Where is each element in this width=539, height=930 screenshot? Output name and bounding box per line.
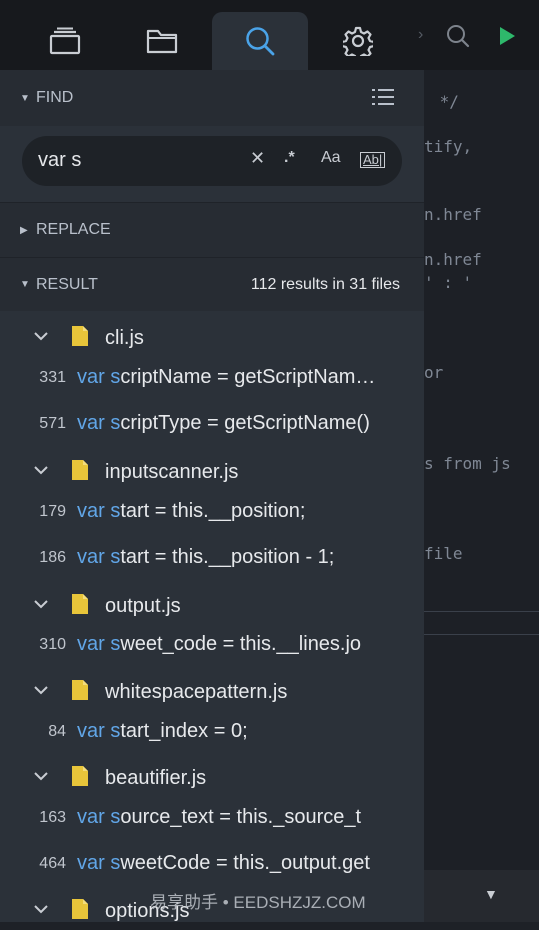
file-row[interactable]: cli.js — [0, 317, 424, 357]
match-keyword: var s — [77, 500, 121, 522]
match-text: criptType = getScriptName() — [120, 412, 370, 434]
chevron-down-icon — [34, 772, 48, 781]
chevron-down-icon — [34, 466, 48, 475]
tab-settings[interactable] — [310, 12, 406, 70]
watermark: 易享助手 • EEDSHZJZ.COM — [150, 893, 366, 912]
match-text: ource_text = this._source_t — [120, 806, 362, 828]
match-keyword: var s — [77, 806, 121, 828]
file-name: inputscanner.js — [105, 461, 239, 483]
tab-files[interactable] — [17, 12, 113, 70]
code-line: ' : ' — [424, 273, 473, 292]
code-line: */ — [430, 92, 459, 111]
tab-search[interactable] — [212, 12, 308, 70]
search-input[interactable]: var s ✕ .* Aa Ab| — [22, 136, 402, 186]
match-text: tart = this.__position; — [120, 500, 306, 522]
line-number: 179 — [39, 503, 66, 520]
file-row[interactable]: whitespacepattern.js — [0, 671, 424, 711]
result-row[interactable]: 331 var scriptName = getScriptNam… — [0, 357, 424, 397]
match-text: tart = this.__position - 1; — [120, 546, 335, 568]
chevron-down-icon — [34, 600, 48, 609]
find-section-header[interactable]: ▼ FIND — [0, 70, 424, 126]
file-row[interactable]: inputscanner.js — [0, 451, 424, 491]
code-line: or — [424, 363, 444, 382]
file-icon — [72, 460, 88, 480]
folder-icon — [146, 29, 178, 54]
code-line: file — [424, 544, 463, 563]
whole-word-icon[interactable]: Ab| — [360, 152, 386, 168]
search-icon — [246, 27, 275, 56]
file-icon — [72, 326, 88, 346]
result-row[interactable]: 464 var sweetCode = this._output.get — [0, 843, 424, 883]
match-keyword: var s — [77, 366, 121, 388]
replace-label: REPLACE — [36, 221, 111, 238]
file-row[interactable]: output.js — [0, 585, 424, 625]
clear-icon[interactable]: ✕ — [250, 148, 265, 169]
list-icon[interactable] — [372, 88, 394, 106]
file-icon — [72, 680, 88, 700]
top-tab-bar: › — [0, 0, 539, 70]
file-name: output.js — [105, 595, 181, 617]
file-name: cli.js — [105, 327, 144, 349]
match-text: tart_index = 0; — [120, 720, 248, 742]
stack-icon — [49, 27, 81, 55]
result-label: RESULT — [36, 275, 98, 293]
editor-bottom-bar: ▼ — [424, 870, 539, 922]
line-number: 331 — [39, 369, 66, 386]
result-row[interactable]: 84 var start_index = 0; — [0, 711, 424, 751]
line-number: 571 — [39, 415, 66, 432]
line-number: 163 — [39, 809, 66, 826]
file-name: beautifier.js — [105, 767, 207, 789]
chevron-down-icon — [34, 905, 48, 914]
code-line: n.href — [424, 205, 482, 224]
chevron-down-icon — [34, 332, 48, 341]
result-section-header[interactable]: ▼ RESULT 112 results in 31 files — [0, 257, 424, 311]
file-icon — [72, 766, 88, 786]
replace-section-header[interactable]: ▶ REPLACE — [0, 202, 424, 257]
code-line: n.href — [424, 250, 482, 269]
file-icon — [72, 899, 88, 919]
match-keyword: var s — [77, 412, 121, 434]
line-number: 84 — [48, 723, 66, 740]
result-count: 112 results in 31 files — [250, 275, 400, 293]
tab-folder[interactable] — [114, 12, 210, 70]
result-row[interactable]: 571 var scriptType = getScriptName() — [0, 403, 424, 443]
match-keyword: var s — [77, 720, 121, 742]
line-number: 310 — [39, 636, 66, 653]
match-text: weetCode = this._output.get — [120, 852, 370, 874]
match-text: criptName = getScriptNam… — [120, 366, 376, 388]
line-number: 464 — [39, 855, 66, 872]
current-line-highlight — [424, 611, 539, 635]
caret-down-icon: ▼ — [20, 279, 30, 290]
regex-icon[interactable]: .* — [284, 149, 295, 167]
chevron-down-icon — [34, 686, 48, 695]
editor-search-icon[interactable] — [446, 24, 470, 48]
result-row[interactable]: 179 var start = this.__position; — [0, 491, 424, 531]
dropdown-arrow-icon[interactable]: ▼ — [484, 886, 498, 902]
result-row[interactable]: 186 var start = this.__position - 1; — [0, 537, 424, 577]
chevron-right-icon: › — [418, 26, 424, 43]
code-line: s from js — [424, 454, 511, 473]
match-case-icon[interactable]: Aa — [321, 149, 341, 167]
match-keyword: var s — [77, 633, 121, 655]
code-editor[interactable]: */ tify, n.href n.href ' : ' or s from j… — [424, 70, 539, 922]
run-icon[interactable] — [498, 25, 516, 47]
result-row[interactable]: 310 var sweet_code = this.__lines.jo — [0, 624, 424, 664]
gear-icon — [343, 26, 373, 56]
find-label: FIND — [36, 89, 74, 106]
match-keyword: var s — [77, 546, 121, 568]
caret-right-icon: ▶ — [20, 224, 28, 236]
search-panel: ▼ FIND var s ✕ .* Aa Ab| ▶ REPLACE ▼ RES… — [0, 70, 424, 922]
line-number: 186 — [39, 549, 66, 566]
caret-down-icon: ▼ — [20, 92, 30, 104]
file-name: whitespacepattern.js — [105, 681, 288, 703]
result-row[interactable]: 163 var source_text = this._source_t — [0, 797, 424, 837]
code-line: tify, — [424, 137, 473, 156]
file-icon — [72, 594, 88, 614]
match-text: weet_code = this.__lines.jo — [120, 633, 362, 655]
match-keyword: var s — [77, 852, 121, 874]
file-row[interactable]: beautifier.js — [0, 757, 424, 797]
search-query[interactable]: var s — [38, 149, 81, 172]
